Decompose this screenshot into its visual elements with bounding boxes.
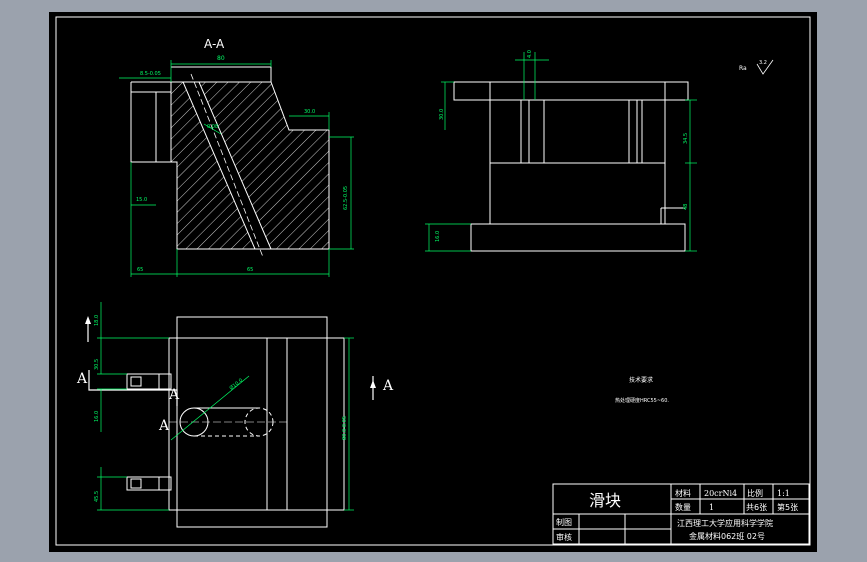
section-mark-a-right: A: [382, 378, 394, 394]
dim-side-left-high: 30.0: [439, 109, 445, 120]
sheets-total: 共6张: [746, 503, 767, 512]
dim-bottom-left: 65: [137, 267, 143, 273]
dim-left-height: 15.0: [136, 197, 147, 203]
dim-plan-left-1: 18.0: [94, 315, 100, 326]
section-mark-a-left-mid: A: [76, 371, 88, 387]
part-name: 滑块: [589, 491, 621, 510]
scale-label: 比例: [747, 488, 763, 498]
side-view: 4.0 30.0 34.5 48 16.0: [425, 50, 697, 252]
tech-line1: 热处理硬度HRC55~60.: [615, 397, 669, 404]
section-mark-a-left-low: A: [158, 418, 170, 434]
dim-plan-left-4: 45.5: [94, 491, 100, 502]
dim-plan-diameter: Ø10.0: [228, 377, 244, 392]
roughness-label: Ra: [739, 65, 747, 72]
dim-hole-angle: 0.08: [207, 124, 218, 130]
material-label: 材料: [675, 488, 691, 498]
drawing-sheet: A-A 80 8.5-0.05 30.0 65 65 15.0 62.5-0.0…: [49, 12, 817, 552]
dim-side-left-low: 16.0: [435, 231, 441, 242]
scale-value: 1:1: [777, 489, 790, 498]
sheet-number: 第5张: [777, 502, 798, 512]
qty-label: 数量: [675, 502, 691, 512]
roughness-symbol: Ra 3.2: [739, 59, 774, 75]
dim-plan-left-2: 30.5: [94, 359, 100, 370]
dim-step-width: 30.0: [304, 109, 315, 115]
dim-left-small: 8.5-0.05: [140, 71, 161, 77]
section-title: A-A: [204, 37, 225, 51]
dim-bottom-right: 65: [247, 267, 253, 273]
dim-side-right-lower: 48: [683, 204, 689, 210]
dim-side-top: 4.0: [527, 50, 533, 58]
school-name: 江西理工大学应用科学学院: [677, 518, 773, 528]
class-number: 金属材料062班 02号: [689, 531, 765, 541]
qty-value: 1: [709, 503, 714, 512]
material-value: 20crNi4: [704, 489, 737, 498]
dim-plan-left-3: 16.0: [94, 411, 100, 422]
title-block: 滑块 材料 20crNi4 比例 1:1 数量 1 共6张 第5张 制图 审核 …: [552, 483, 810, 545]
dim-side-right-upper: 34.5: [683, 133, 689, 144]
tech-title: 技术要求: [629, 376, 653, 384]
dim-plan-right-height: 80.0-0.05: [342, 416, 348, 440]
section-mark-a-left-top: A: [168, 387, 180, 403]
drawn-label: 制图: [556, 517, 572, 527]
section-view-aa: A-A 80 8.5-0.05 30.0 65 65 15.0 62.5-0.0…: [119, 37, 354, 277]
plan-view: A A A A 18.0 30.5 16.0 45.5 Ø10.0 80.0-0…: [76, 302, 394, 528]
dim-right-height: 62.5-0.05: [343, 186, 349, 210]
checked-label: 审核: [556, 532, 572, 542]
dim-top-width: 80: [217, 55, 225, 62]
roughness-value: 3.2: [759, 60, 767, 66]
technical-requirements: 技术要求 热处理硬度HRC55~60.: [615, 376, 669, 404]
cad-drawing: A-A 80 8.5-0.05 30.0 65 65 15.0 62.5-0.0…: [55, 16, 811, 546]
drawing-frame: A-A 80 8.5-0.05 30.0 65 65 15.0 62.5-0.0…: [0, 0, 867, 562]
